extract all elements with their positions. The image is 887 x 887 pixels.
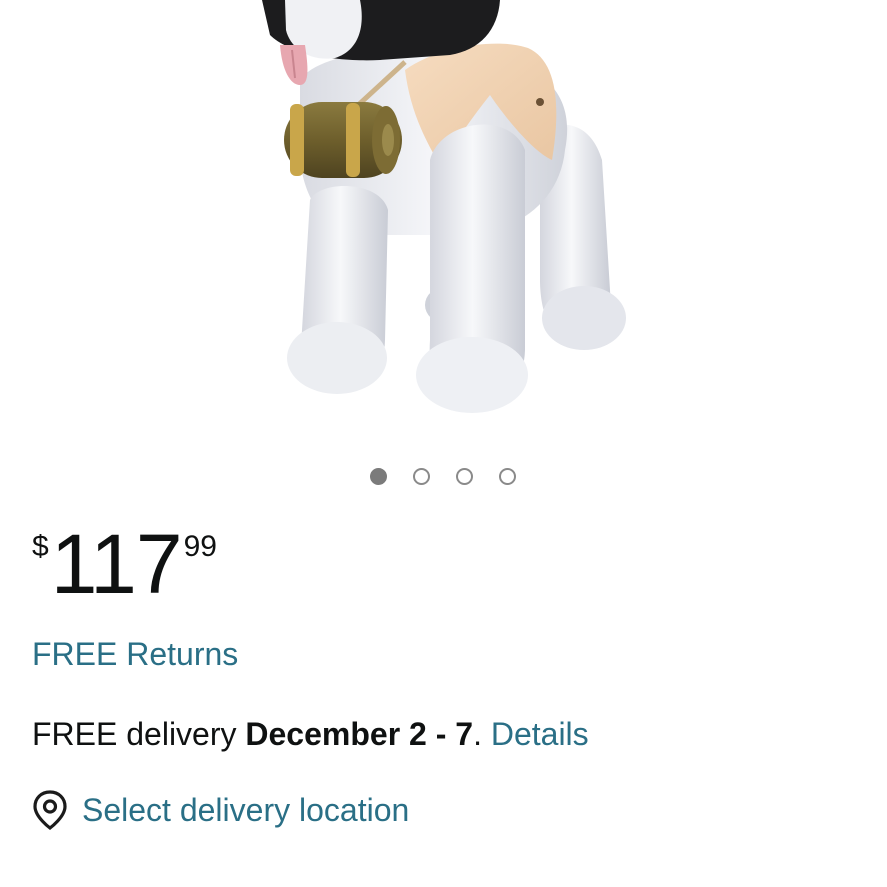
carousel-dot-1[interactable] [370,468,387,485]
select-delivery-location-label: Select delivery location [82,791,410,828]
product-image[interactable] [0,0,887,440]
image-carousel-dots [0,468,887,490]
location-pin-icon [33,790,67,830]
select-delivery-location[interactable]: Select delivery location [32,788,409,832]
delivery-prefix: FREE delivery [32,716,246,752]
carousel-dot-3[interactable] [456,468,473,485]
delivery-details-link[interactable]: Details [491,716,589,752]
carousel-dot-2[interactable] [413,468,430,485]
carousel-dot-4[interactable] [499,468,516,485]
price-fraction: 99 [183,530,217,563]
delivery-separator: . [473,716,491,752]
delivery-dates: December 2 - 7 [245,716,474,752]
free-returns-link[interactable]: FREE Returns [32,636,238,673]
price-currency-symbol: $ [32,530,49,563]
price-whole: 117 [50,517,183,611]
delivery-info: FREE delivery December 2 - 7. Details [32,716,589,753]
product-price: $ 117 99 [32,522,217,612]
product-page: $ 117 99 FREE Returns FREE delivery Dece… [0,0,887,887]
